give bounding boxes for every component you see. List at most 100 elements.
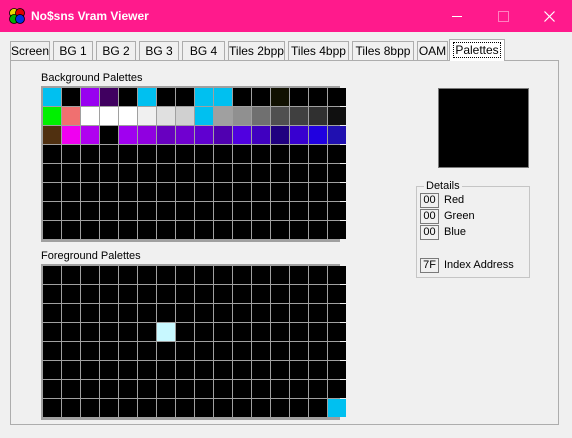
tab-tiles-2bpp[interactable]: Tiles 2bpp xyxy=(228,41,285,60)
bg-palette-swatch[interactable] xyxy=(100,126,118,144)
bg-palette-swatch[interactable] xyxy=(233,221,251,239)
fg-palette-swatch[interactable] xyxy=(119,342,137,360)
fg-palette-swatch[interactable] xyxy=(138,285,156,303)
bg-palette-swatch[interactable] xyxy=(328,145,346,163)
fg-palette-swatch[interactable] xyxy=(100,304,118,322)
fg-palette-swatch[interactable] xyxy=(176,304,194,322)
fg-palette-swatch[interactable] xyxy=(119,304,137,322)
fg-palette-swatch[interactable] xyxy=(157,266,175,284)
tab-bg-2[interactable]: BG 2 xyxy=(96,41,136,60)
bg-palette-swatch[interactable] xyxy=(328,202,346,220)
bg-palette-swatch[interactable] xyxy=(195,88,213,106)
fg-palette-swatch[interactable] xyxy=(138,342,156,360)
fg-palette-swatch[interactable] xyxy=(62,285,80,303)
fg-palette-swatch[interactable] xyxy=(138,361,156,379)
bg-palette-swatch[interactable] xyxy=(290,145,308,163)
fg-palette-swatch[interactable] xyxy=(214,323,232,341)
fg-palette-swatch[interactable] xyxy=(62,399,80,417)
bg-palette-swatch[interactable] xyxy=(100,183,118,201)
bg-palette-swatch[interactable] xyxy=(290,202,308,220)
fg-palette-swatch[interactable] xyxy=(233,342,251,360)
fg-palette-swatch[interactable] xyxy=(176,380,194,398)
bg-palette-swatch[interactable] xyxy=(81,183,99,201)
bg-palette-swatch[interactable] xyxy=(214,88,232,106)
bg-palette-swatch[interactable] xyxy=(119,126,137,144)
bg-palette-swatch[interactable] xyxy=(81,88,99,106)
fg-palette-swatch[interactable] xyxy=(176,266,194,284)
tab-palettes[interactable]: Palettes xyxy=(449,39,505,61)
bg-palette-swatch[interactable] xyxy=(328,221,346,239)
fg-palette-swatch[interactable] xyxy=(252,361,270,379)
fg-palette-swatch[interactable] xyxy=(176,323,194,341)
bg-palette-swatch[interactable] xyxy=(81,107,99,125)
bg-palette-swatch[interactable] xyxy=(309,183,327,201)
fg-palette-swatch[interactable] xyxy=(176,399,194,417)
bg-palette-swatch[interactable] xyxy=(290,164,308,182)
bg-palette-swatch[interactable] xyxy=(252,145,270,163)
fg-palette-swatch[interactable] xyxy=(157,285,175,303)
fg-palette-swatch[interactable] xyxy=(271,323,289,341)
green-value-field[interactable]: 00 xyxy=(420,209,439,224)
fg-palette-swatch[interactable] xyxy=(195,285,213,303)
fg-palette-swatch[interactable] xyxy=(214,285,232,303)
fg-palette-swatch[interactable] xyxy=(81,323,99,341)
fg-palette-swatch[interactable] xyxy=(214,380,232,398)
fg-palette-swatch[interactable] xyxy=(328,380,346,398)
fg-palette-swatch[interactable] xyxy=(157,361,175,379)
bg-palette-swatch[interactable] xyxy=(252,107,270,125)
bg-palette-swatch[interactable] xyxy=(100,202,118,220)
bg-palette-swatch[interactable] xyxy=(271,126,289,144)
bg-palette-swatch[interactable] xyxy=(119,88,137,106)
bg-palette-swatch[interactable] xyxy=(290,221,308,239)
fg-palette-swatch[interactable] xyxy=(43,323,61,341)
bg-palette-swatch[interactable] xyxy=(176,202,194,220)
bg-palette-swatch[interactable] xyxy=(195,164,213,182)
bg-palette-swatch[interactable] xyxy=(309,107,327,125)
bg-palette-swatch[interactable] xyxy=(309,145,327,163)
bg-palette-swatch[interactable] xyxy=(119,107,137,125)
fg-palette-swatch[interactable] xyxy=(62,342,80,360)
fg-palette-swatch[interactable] xyxy=(252,399,270,417)
bg-palette-swatch[interactable] xyxy=(233,126,251,144)
bg-palette-swatch[interactable] xyxy=(214,221,232,239)
fg-palette-swatch[interactable] xyxy=(271,304,289,322)
bg-palette-swatch[interactable] xyxy=(176,126,194,144)
fg-palette-swatch[interactable] xyxy=(309,342,327,360)
bg-palette-swatch[interactable] xyxy=(309,126,327,144)
fg-palette-swatch[interactable] xyxy=(271,399,289,417)
bg-palette-swatch[interactable] xyxy=(157,202,175,220)
bg-palette-swatch[interactable] xyxy=(214,145,232,163)
fg-palette-swatch[interactable] xyxy=(100,323,118,341)
fg-palette-swatch[interactable] xyxy=(214,304,232,322)
bg-palette-swatch[interactable] xyxy=(328,126,346,144)
tab-bg-3[interactable]: BG 3 xyxy=(139,41,179,60)
bg-palette-swatch[interactable] xyxy=(81,221,99,239)
fg-palette-swatch[interactable] xyxy=(138,380,156,398)
fg-palette-swatch[interactable] xyxy=(100,285,118,303)
bg-palette-swatch[interactable] xyxy=(119,221,137,239)
bg-palette-swatch[interactable] xyxy=(176,88,194,106)
fg-palette-swatch[interactable] xyxy=(138,323,156,341)
bg-palette-swatch[interactable] xyxy=(271,183,289,201)
fg-palette-swatch[interactable] xyxy=(195,266,213,284)
bg-palette-swatch[interactable] xyxy=(100,145,118,163)
bg-palette-swatch[interactable] xyxy=(233,88,251,106)
fg-palette-swatch[interactable] xyxy=(119,399,137,417)
fg-palette-swatch[interactable] xyxy=(290,323,308,341)
fg-palette-swatch[interactable] xyxy=(81,399,99,417)
bg-palette-swatch[interactable] xyxy=(252,221,270,239)
bg-palette-swatch[interactable] xyxy=(62,145,80,163)
tab-bg-4[interactable]: BG 4 xyxy=(182,41,225,60)
bg-palette-swatch[interactable] xyxy=(233,107,251,125)
bg-palette-swatch[interactable] xyxy=(157,221,175,239)
bg-palette-swatch[interactable] xyxy=(43,202,61,220)
fg-palette-swatch[interactable] xyxy=(328,399,346,417)
bg-palette-swatch[interactable] xyxy=(100,221,118,239)
fg-palette-swatch[interactable] xyxy=(62,361,80,379)
bg-palette-swatch[interactable] xyxy=(252,88,270,106)
bg-palette-swatch[interactable] xyxy=(214,107,232,125)
bg-palette-swatch[interactable] xyxy=(138,88,156,106)
bg-palette-swatch[interactable] xyxy=(271,88,289,106)
fg-palette-swatch[interactable] xyxy=(233,399,251,417)
fg-palette-swatch[interactable] xyxy=(81,342,99,360)
